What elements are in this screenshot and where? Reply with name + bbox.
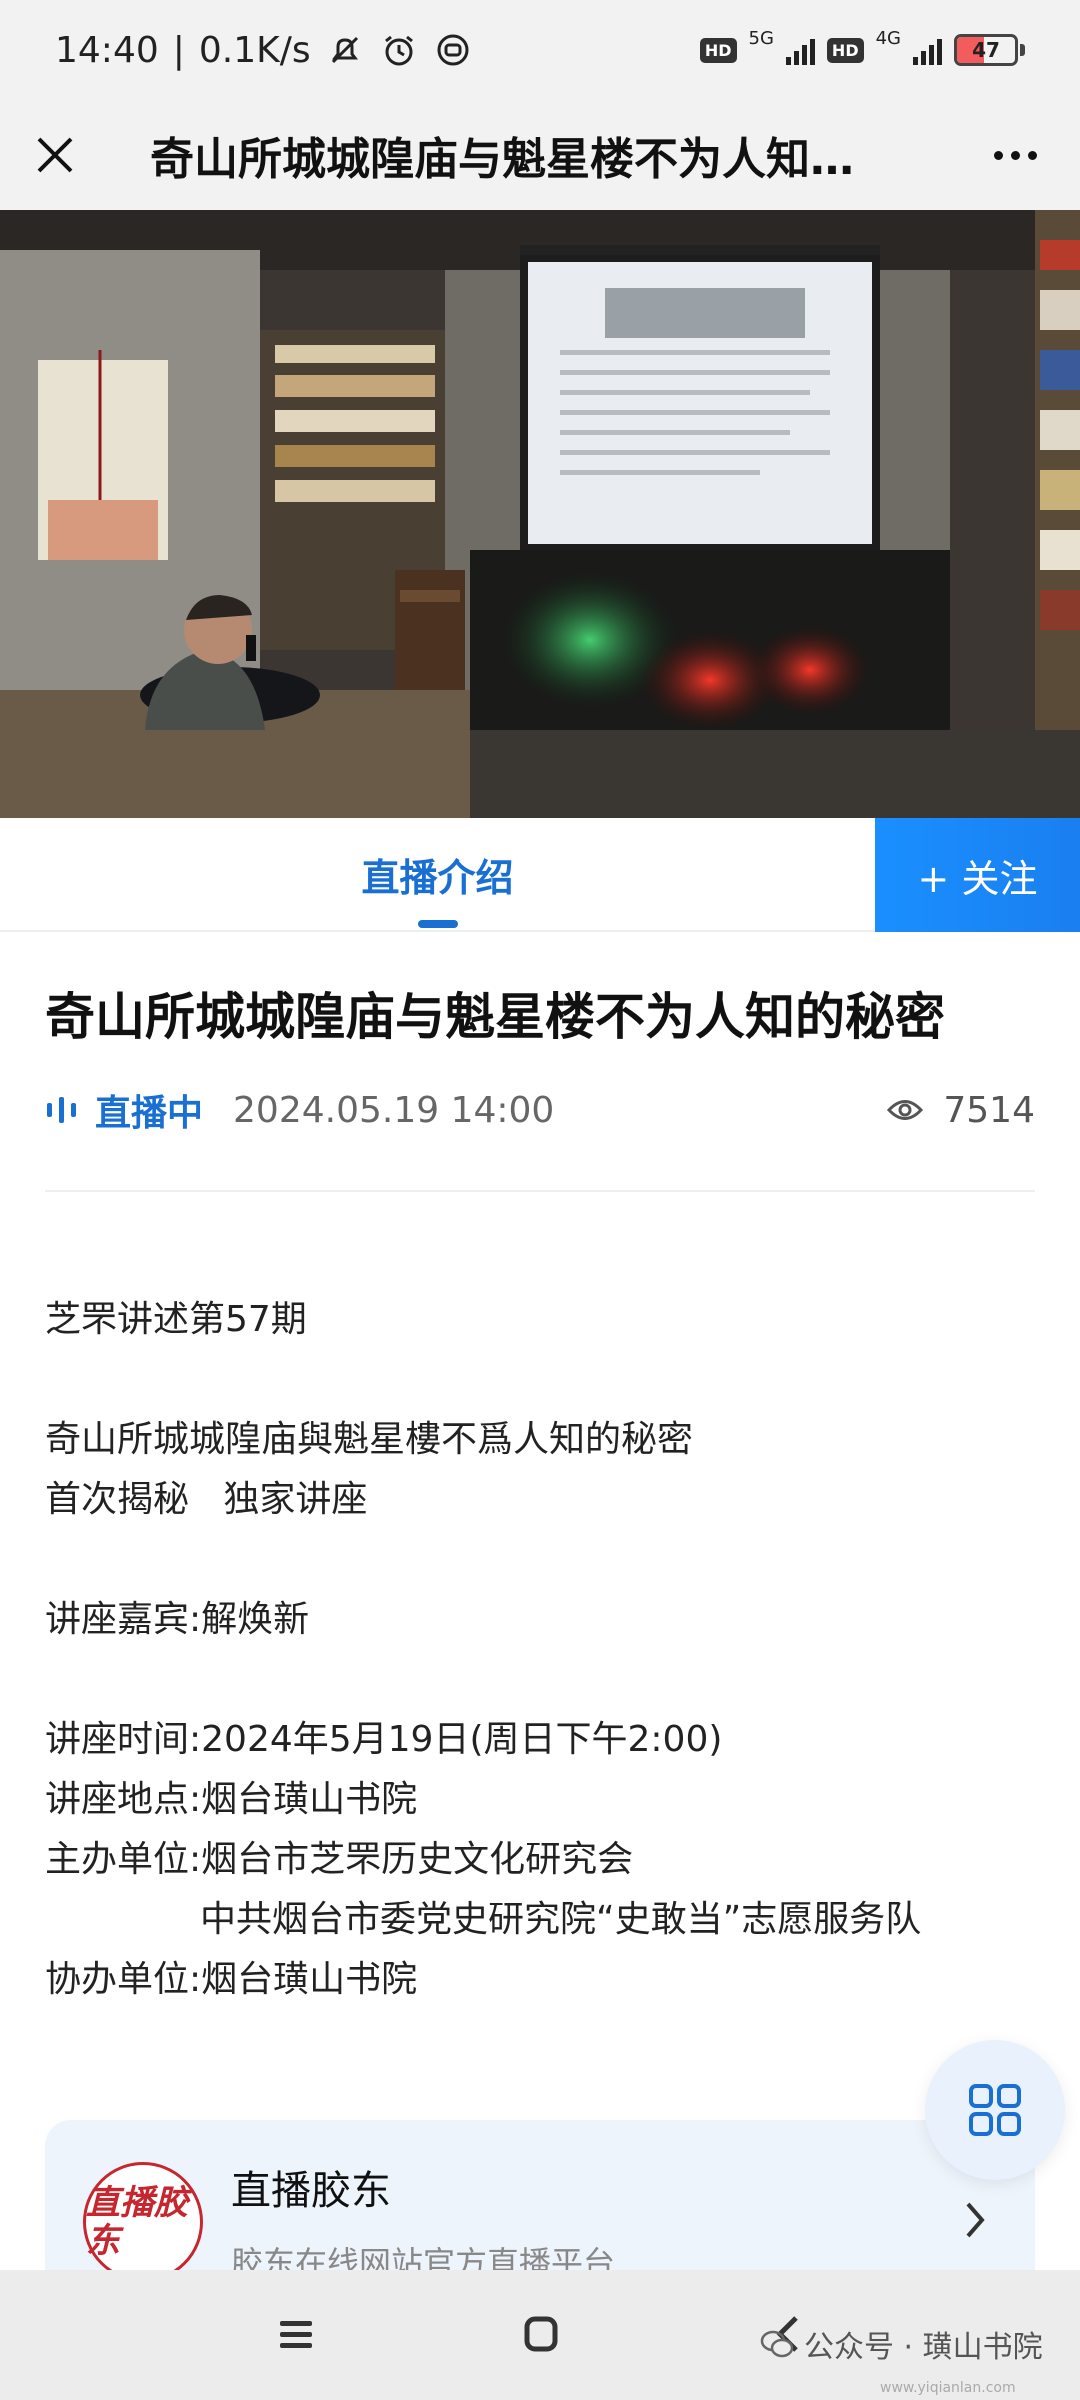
mute-icon <box>325 30 365 70</box>
chevron-right-icon <box>966 2202 985 2238</box>
network-type-1: 5G <box>748 27 774 49</box>
title-bar: 奇山所城城隍庙与魁星楼不为人知… <box>0 100 1080 210</box>
tab-live-intro[interactable]: 直播介绍 <box>0 818 875 930</box>
system-nav-bar: 公众号 · 璜山书院 www.yiqianlan.com <box>0 2270 1080 2400</box>
more-dot-icon <box>993 150 1003 160</box>
hd-badge-2: HD <box>826 37 864 63</box>
grid-menu-button[interactable] <box>925 2040 1065 2180</box>
signal-icon-1 <box>785 35 815 65</box>
battery-icon: 47 <box>954 34 1018 66</box>
hd-badge-1: HD <box>699 37 737 63</box>
wechat-icon <box>760 2330 794 2358</box>
alarm-icon <box>379 30 419 70</box>
follow-button[interactable]: + 关注 <box>875 818 1080 932</box>
channel-logo: 直播胶东 <box>83 2162 203 2282</box>
live-badge: 直播中 <box>45 1084 203 1136</box>
content-line: 讲座嘉宾:解焕新 <box>45 1599 310 1640</box>
more-dot-icon <box>1010 150 1020 160</box>
watermark-text: 公众号 · 璜山书院 <box>804 2330 1043 2365</box>
eye-icon <box>887 1100 924 1120</box>
article-date: 2024.05.19 14:00 <box>233 1089 555 1131</box>
meta-row: 直播中 2024.05.19 14:00 7514 <box>45 1080 1035 1140</box>
content-line: 奇山所城城隍庙與魁星樓不爲人知的秘密 <box>45 1419 694 1460</box>
content-gap <box>45 1530 1045 1590</box>
lecture-photo <box>0 210 1080 818</box>
article-content: 芝罘讲述第57期 奇山所城城隍庙與魁星樓不爲人知的秘密 首次揭秘 独家讲座 讲座… <box>45 1290 1045 2010</box>
home-icon[interactable] <box>524 2316 558 2352</box>
content-gap <box>45 1650 1045 1710</box>
content-line: 主办单位:烟台市芝罘历史文化研究会 <box>45 1839 634 1880</box>
watermark: 公众号 · 璜山书院 <box>760 2322 1043 2366</box>
divider <box>45 1190 1035 1192</box>
content-line: 讲座地点:烟台璜山书院 <box>45 1779 418 1820</box>
status-speed: 0.1K/s <box>198 29 311 71</box>
content-line: 协办单位:烟台璜山书院 <box>45 1959 418 2000</box>
app-status-icon <box>433 30 473 70</box>
battery-tip <box>1020 44 1025 56</box>
close-icon <box>37 137 73 173</box>
hero-image[interactable] <box>0 210 1080 818</box>
status-right: HD 5G HD 4G 47 <box>699 28 1025 66</box>
grid-icon <box>969 2084 1021 2136</box>
content-line: 中共烟台市委党史研究院“史敢当”志愿服务队 <box>200 1899 922 1940</box>
status-left: 14:40 | 0.1K/s <box>55 30 473 71</box>
article-title: 奇山所城城隍庙与魁星楼不为人知的秘密 <box>45 988 945 1046</box>
close-button[interactable] <box>0 100 110 210</box>
content-gap <box>45 1350 1045 1410</box>
view-count: 7514 <box>887 1090 1035 1131</box>
page-title: 奇山所城城隍庙与魁星楼不为人知… <box>150 134 854 185</box>
channel-logo-text: 直播胶东 <box>86 2183 188 2261</box>
status-time: 14:40 <box>55 29 159 71</box>
status-bar: 14:40 | 0.1K/s HD 5G HD 4G 47 <box>0 0 1080 100</box>
more-dot-icon <box>1027 150 1037 160</box>
content-line: 讲座时间:2024年5月19日(周日下午2:00) <box>45 1719 723 1760</box>
tab-bar: 直播介绍 + 关注 <box>0 818 1080 932</box>
signal-icon-2 <box>913 35 942 65</box>
tab-active-indicator <box>418 920 458 928</box>
view-count-value: 7514 <box>943 1089 1035 1131</box>
live-status: 直播中 <box>95 1093 204 1134</box>
content-line: 首次揭秘 独家讲座 <box>45 1479 368 1520</box>
content-line: 芝罘讲述第57期 <box>45 1299 307 1340</box>
more-options-button[interactable] <box>950 100 1080 210</box>
menu-icon[interactable] <box>278 2318 314 2352</box>
status-separator: | <box>172 29 185 71</box>
network-type-2: 4G <box>875 27 901 49</box>
watermark-url: www.yiqianlan.com <box>880 2380 1016 2396</box>
live-signal-icon <box>47 1097 76 1123</box>
channel-name: 直播胶东 <box>231 2168 391 2214</box>
battery-level: 47 <box>972 38 1000 62</box>
